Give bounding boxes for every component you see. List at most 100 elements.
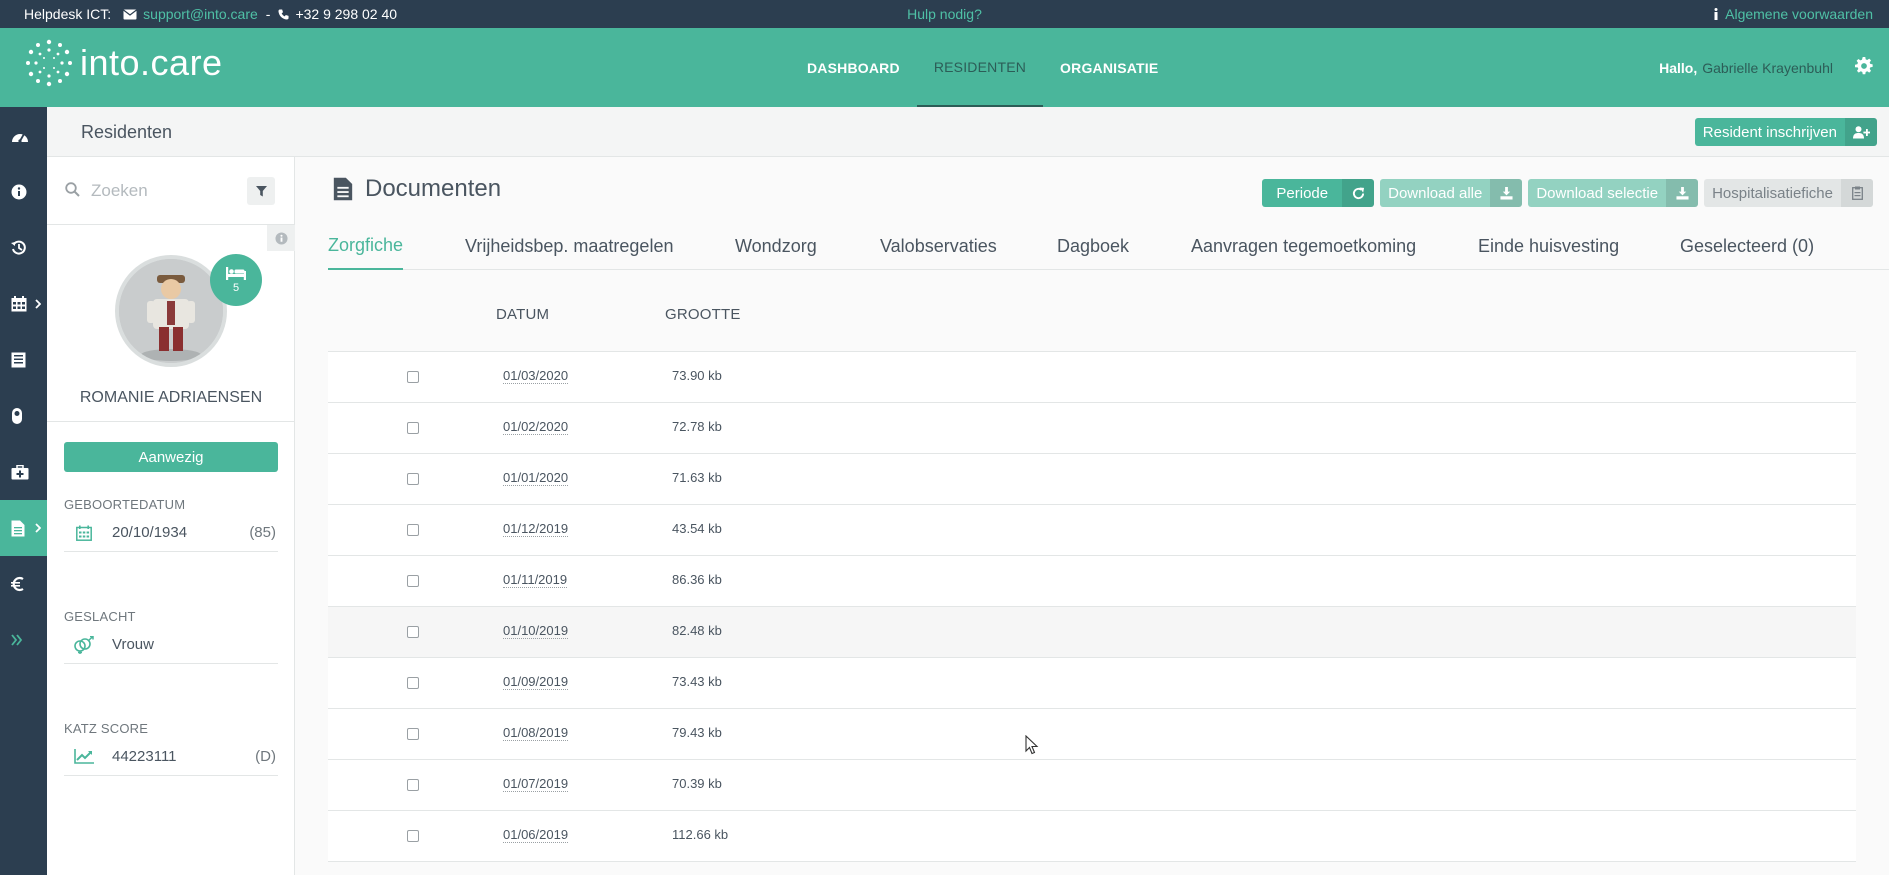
filter-button[interactable] (247, 177, 275, 205)
register-resident-button[interactable]: Resident inschrijven (1694, 118, 1877, 146)
rail-history[interactable] (0, 220, 47, 276)
table-row[interactable]: 01/06/2019 112.66 kb (328, 811, 1856, 862)
help-link[interactable]: Hulp nodig? (907, 6, 982, 22)
chevron-right-icon (35, 523, 41, 533)
row-date-link[interactable]: 01/08/2019 (503, 726, 569, 741)
main-nav: DASHBOARD RESIDENTEN ORGANISATIE (790, 28, 1175, 107)
table-row[interactable]: 01/03/2020 73.90 kb (328, 352, 1856, 403)
user-plus-icon (1845, 118, 1877, 146)
rail-documents[interactable] (0, 500, 47, 556)
phone-icon (278, 8, 289, 20)
row-date-link[interactable]: 01/01/2020 (503, 471, 569, 486)
download-all-button[interactable]: Download alle (1380, 179, 1523, 207)
katz-row: 44223111 (D) (64, 738, 278, 776)
row-size: 82.48 kb (672, 623, 722, 638)
terms-link[interactable]: Algemene voorwaarden (1725, 6, 1873, 22)
row-checkbox[interactable] (407, 422, 419, 434)
birthdate-label: GEBOORTEDATUM (64, 497, 186, 512)
row-checkbox[interactable] (407, 779, 419, 791)
euro-icon (11, 576, 25, 592)
row-date-link[interactable]: 01/07/2019 (503, 777, 569, 792)
helpdesk-phone[interactable]: +32 9 298 02 40 (295, 6, 397, 22)
nav-organisatie[interactable]: ORGANISATIE (1043, 28, 1175, 107)
table-row[interactable]: 01/10/2019 82.48 kb (328, 607, 1856, 658)
period-button[interactable]: Periode (1262, 179, 1375, 207)
rail-medication[interactable] (0, 388, 47, 444)
breadcrumb: Residenten (81, 122, 173, 142)
table-row[interactable]: 01/12/2019 43.54 kb (328, 505, 1856, 556)
logo[interactable]: into.care (24, 38, 223, 88)
row-checkbox[interactable] (407, 626, 419, 638)
row-size: 79.43 kb (672, 725, 722, 740)
rail-medical[interactable] (0, 444, 47, 500)
row-date-link[interactable]: 01/02/2020 (503, 420, 569, 435)
status-badge[interactable]: Aanwezig (64, 442, 278, 472)
row-checkbox[interactable] (407, 677, 419, 689)
medical-kit-icon (11, 464, 29, 480)
search-icon (65, 182, 80, 197)
gender-label: GESLACHT (64, 609, 136, 624)
row-size: 72.78 kb (672, 419, 722, 434)
search-input[interactable] (91, 177, 231, 205)
documents-header: Documenten (333, 175, 501, 203)
nav-dashboard[interactable]: DASHBOARD (790, 28, 917, 107)
table-row[interactable]: 01/08/2019 79.43 kb (328, 709, 1856, 760)
column-size[interactable]: GROOTTE (665, 306, 741, 323)
table-row[interactable]: 01/02/2020 72.78 kb (328, 403, 1856, 454)
helpdesk-separator: - (265, 6, 271, 22)
gear-icon[interactable] (1855, 57, 1873, 75)
rail-list[interactable] (0, 332, 47, 388)
row-date-link[interactable]: 01/06/2019 (503, 828, 569, 843)
rail-info[interactable] (0, 164, 47, 220)
double-chevron-right-icon (11, 634, 23, 646)
rail-calendar[interactable] (0, 276, 47, 332)
tab-valobservaties[interactable]: Valobservaties (880, 222, 997, 270)
row-size: 86.36 kb (672, 572, 722, 587)
tab-einde-huisvesting[interactable]: Einde huisvesting (1478, 222, 1619, 270)
row-checkbox[interactable] (407, 473, 419, 485)
main-header: into.care DASHBOARD RESIDENTEN ORGANISAT… (0, 28, 1889, 107)
row-checkbox[interactable] (407, 728, 419, 740)
clipboard-icon (1841, 179, 1873, 207)
table-row[interactable]: 01/07/2019 70.39 kb (328, 760, 1856, 811)
icon-rail (0, 107, 47, 875)
row-checkbox[interactable] (407, 830, 419, 842)
row-checkbox[interactable] (407, 575, 419, 587)
pill-icon (11, 407, 23, 425)
row-checkbox[interactable] (407, 524, 419, 536)
rail-dashboard[interactable] (0, 108, 47, 164)
user-greeting: Hallo, Gabrielle Krayenbuhl (1659, 28, 1833, 107)
download-icon (1490, 179, 1523, 207)
user-name[interactable]: Gabrielle Krayenbuhl (1702, 60, 1833, 76)
helpdesk-email-link[interactable]: support@into.care (143, 6, 258, 22)
column-date[interactable]: DATUM (496, 306, 549, 323)
breadcrumb-bar: Residenten Resident inschrijven (47, 107, 1889, 157)
tab-aanvragen[interactable]: Aanvragen tegemoetkoming (1191, 222, 1416, 270)
rail-finance[interactable] (0, 556, 47, 612)
table-row[interactable]: 01/01/2020 71.63 kb (328, 454, 1856, 505)
tab-dagboek[interactable]: Dagboek (1057, 222, 1129, 270)
birthdate-row: 20/10/1934 (85) (64, 514, 278, 552)
table-row[interactable]: 01/11/2019 86.36 kb (328, 556, 1856, 607)
row-date-link[interactable]: 01/12/2019 (503, 522, 569, 537)
nav-residenten[interactable]: RESIDENTEN (916, 28, 1044, 107)
tab-zorgfiche[interactable]: Zorgfiche (328, 222, 404, 270)
row-date-link[interactable]: 01/09/2019 (503, 675, 569, 690)
hospital-sheet-button[interactable]: Hospitalisatiefiche (1704, 179, 1873, 207)
katz-label: KATZ SCORE (64, 721, 149, 736)
bed-badge: 5 (210, 254, 262, 306)
row-date-link[interactable]: 01/11/2019 (503, 573, 568, 588)
row-date-link[interactable]: 01/03/2020 (503, 369, 569, 384)
table-row[interactable]: 01/09/2019 73.43 kb (328, 658, 1856, 709)
row-date-link[interactable]: 01/10/2019 (503, 624, 569, 639)
row-size: 43.54 kb (672, 521, 722, 536)
tab-wondzorg[interactable]: Wondzorg (735, 222, 817, 270)
row-checkbox[interactable] (407, 371, 419, 383)
resident-info-button[interactable] (267, 225, 295, 251)
tab-vrijheidsbep[interactable]: Vrijheidsbep. maatregelen (465, 222, 673, 270)
rail-expand[interactable] (0, 612, 47, 668)
calendar-icon (64, 525, 104, 541)
chevron-right-icon (35, 299, 41, 309)
download-selection-button[interactable]: Download selectie (1528, 179, 1699, 207)
tab-geselecteerd[interactable]: Geselecteerd (0) (1680, 222, 1814, 270)
